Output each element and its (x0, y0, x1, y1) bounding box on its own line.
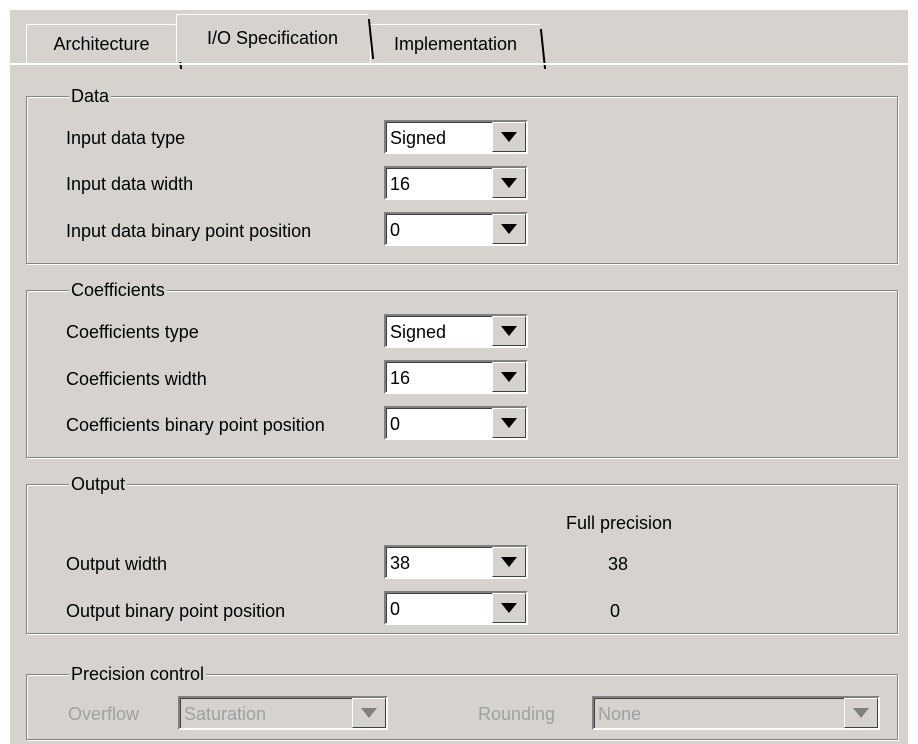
dropdown-button[interactable] (492, 593, 526, 623)
chevron-down-icon (501, 178, 517, 188)
tab-io-specification[interactable]: I/O Specification (176, 14, 368, 62)
input-data-width-select[interactable]: 16 (384, 166, 528, 200)
output-group-title: Output (69, 473, 128, 495)
chevron-down-icon (501, 224, 517, 234)
output-binary-point-label: Output binary point position (66, 601, 286, 621)
dropdown-button[interactable] (844, 698, 878, 728)
chevron-down-icon (501, 603, 517, 613)
output-width-label: Output width (66, 554, 168, 574)
dropdown-button[interactable] (492, 168, 526, 198)
tab-io-specification-label: I/O Specification (206, 28, 339, 48)
rounding-select[interactable]: None (592, 696, 880, 730)
input-data-type-label: Input data type (66, 128, 186, 148)
output-width-full-precision: 38 (608, 554, 629, 574)
coefficients-width-value: 16 (390, 368, 411, 388)
coefficients-group-title: Coefficients (69, 279, 167, 301)
coefficients-binary-point-value: 0 (390, 414, 401, 434)
dropdown-button[interactable] (492, 362, 526, 392)
chevron-down-icon (361, 708, 377, 718)
coefficients-type-value: Signed (390, 322, 447, 342)
input-data-binary-point-label: Input data binary point position (66, 221, 312, 241)
output-width-value: 38 (390, 553, 411, 573)
output-binary-point-select[interactable]: 0 (384, 591, 528, 625)
input-data-binary-point-value: 0 (390, 220, 401, 240)
chevron-down-icon (853, 708, 869, 718)
coefficients-binary-point-label: Coefficients binary point position (66, 415, 325, 435)
chevron-down-icon (501, 372, 517, 382)
tab-implementation[interactable]: Implementation (370, 24, 540, 63)
tab-architecture[interactable]: Architecture (26, 24, 176, 63)
dropdown-button[interactable] (492, 122, 526, 152)
overflow-value: Saturation (184, 704, 267, 724)
input-data-binary-point-select[interactable]: 0 (384, 212, 528, 246)
dropdown-button[interactable] (492, 214, 526, 244)
data-group-title: Data (69, 85, 112, 107)
input-data-type-select[interactable]: Signed (384, 120, 528, 154)
dropdown-button[interactable] (492, 547, 526, 577)
chevron-down-icon (501, 418, 517, 428)
chevron-down-icon (501, 132, 517, 142)
chevron-down-icon (501, 557, 517, 567)
tab-strip-divider (10, 63, 908, 65)
rounding-label: Rounding (478, 704, 556, 724)
overflow-label: Overflow (68, 704, 140, 724)
coefficients-binary-point-select[interactable]: 0 (384, 406, 528, 440)
output-binary-point-value: 0 (390, 599, 401, 619)
output-width-select[interactable]: 38 (384, 545, 528, 579)
coefficients-width-label: Coefficients width (66, 369, 207, 389)
chevron-down-icon (501, 326, 517, 336)
tab-implementation-label: Implementation (393, 33, 518, 54)
input-data-width-label: Input data width (66, 174, 194, 194)
coefficients-type-label: Coefficients type (66, 322, 199, 342)
io-specification-panel: Architecture I/O Specification Implement… (10, 10, 908, 744)
coefficients-type-select[interactable]: Signed (384, 314, 528, 348)
input-data-width-value: 16 (390, 174, 411, 194)
tab-architecture-label: Architecture (53, 33, 150, 54)
precision-control-group-title: Precision control (69, 663, 207, 685)
full-precision-header: Full precision (566, 513, 673, 533)
overflow-select[interactable]: Saturation (178, 696, 388, 730)
dropdown-button[interactable] (352, 698, 386, 728)
dropdown-button[interactable] (492, 316, 526, 346)
coefficients-width-select[interactable]: 16 (384, 360, 528, 394)
rounding-value: None (598, 704, 642, 724)
dropdown-button[interactable] (492, 408, 526, 438)
output-binary-point-full-precision: 0 (610, 601, 621, 621)
input-data-type-value: Signed (390, 128, 447, 148)
